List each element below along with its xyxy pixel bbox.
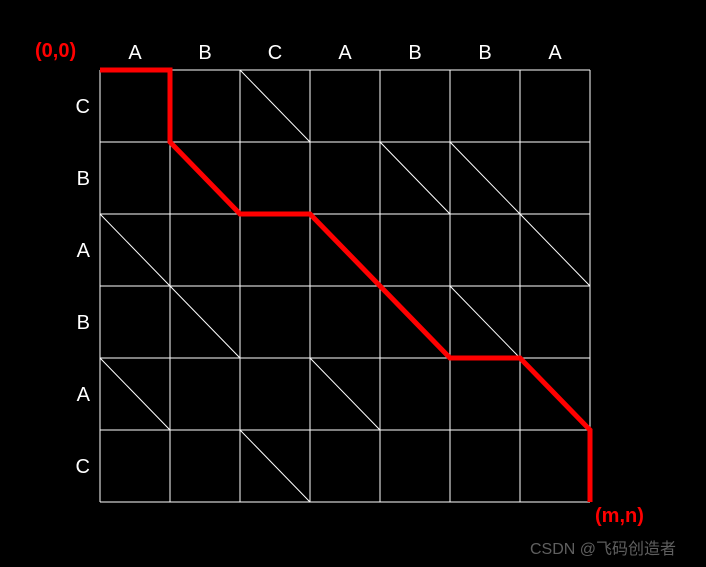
row-label: A	[70, 240, 90, 263]
watermark-text: CSDN @飞码创造者	[530, 535, 676, 559]
row-label: B	[70, 168, 90, 191]
col-label: A	[545, 42, 565, 65]
origin-label: (0,0)	[35, 40, 76, 63]
col-label: A	[335, 42, 355, 65]
col-label: A	[125, 42, 145, 65]
end-label: (m,n)	[595, 505, 644, 528]
col-label: C	[265, 42, 285, 65]
col-label: B	[475, 42, 495, 65]
row-label: A	[70, 384, 90, 407]
lcs-grid-diagram	[0, 0, 706, 567]
row-label: B	[70, 312, 90, 335]
col-label: B	[195, 42, 215, 65]
col-label: B	[405, 42, 425, 65]
row-label: C	[70, 96, 90, 119]
row-label: C	[70, 456, 90, 479]
